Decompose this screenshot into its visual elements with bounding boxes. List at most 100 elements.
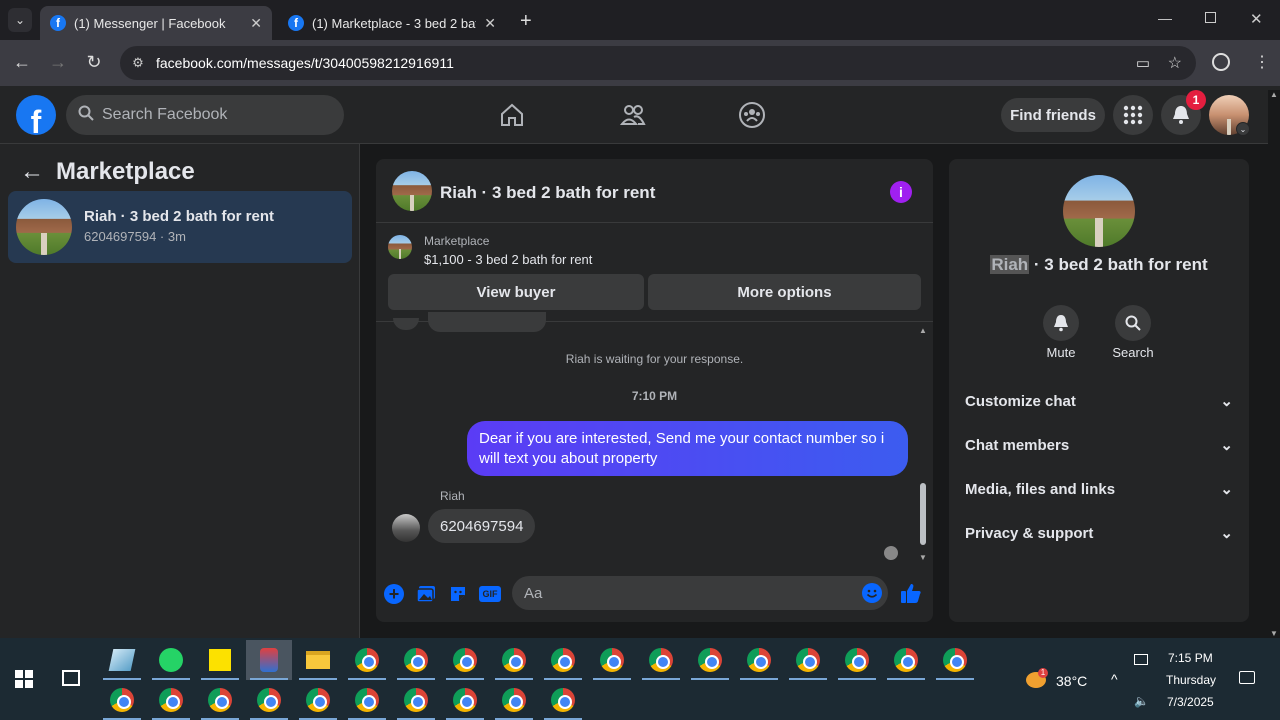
minimize-button[interactable]: — [1158,10,1172,26]
clock-time[interactable]: 7:15 PM [1168,651,1213,665]
chrome-app-icon[interactable] [491,680,537,720]
clock-date[interactable]: 7/3/2025 [1167,695,1214,709]
tab-messenger[interactable]: f (1) Messenger | Facebook ✕ [40,6,272,40]
network-icon[interactable] [1134,654,1148,665]
install-app-icon[interactable]: ▭ [1136,54,1150,72]
groups-icon[interactable] [738,101,766,134]
chrome-app-icon[interactable] [148,680,194,720]
more-options-button[interactable]: More options [648,274,921,310]
chrome-app-icon[interactable] [344,680,390,720]
chrome-app-icon[interactable] [442,680,488,720]
scroll-down-arrow-icon[interactable]: ▼ [1268,629,1280,638]
reload-button[interactable]: ↻ [83,52,105,73]
details-avatar[interactable] [1063,175,1135,247]
view-buyer-button[interactable]: View buyer [388,274,644,310]
file-explorer-app-icon[interactable] [295,640,341,680]
info-icon[interactable]: i [890,181,912,203]
chrome-app-icon[interactable] [393,680,439,720]
gif-icon[interactable]: GIF [479,586,501,602]
close-window-button[interactable]: ✕ [1250,10,1263,28]
chrome-app-icon[interactable] [491,640,537,680]
temperature-text[interactable]: 38°C [1056,673,1087,689]
message-list[interactable]: Riah is waiting for your response. 7:10 … [376,312,933,566]
chat-members-section[interactable]: Chat members ⌄ [965,431,1233,459]
privacy-support-section[interactable]: Privacy & support ⌄ [965,519,1233,547]
start-button[interactable] [15,670,33,693]
restore-button[interactable] [1205,12,1216,23]
chrome-app-icon[interactable] [540,640,586,680]
friends-icon[interactable] [619,101,647,134]
chat-avatar[interactable] [392,171,432,211]
scroll-down-arrow-icon[interactable]: ▼ [917,553,929,562]
close-icon[interactable]: ✕ [250,15,262,32]
scroll-up-arrow-icon[interactable]: ▲ [917,326,929,335]
snipping-tool-app-icon[interactable] [246,640,292,680]
chrome-app-icon[interactable] [589,640,635,680]
media-files-links-section[interactable]: Media, files and links ⌄ [965,475,1233,503]
thumbs-up-icon[interactable] [900,582,922,604]
chrome-app-icon[interactable] [393,640,439,680]
chrome-app-icon[interactable] [932,640,978,680]
new-tab-button[interactable]: + [520,10,532,33]
chrome-app-icon[interactable] [99,680,145,720]
close-icon[interactable]: ✕ [484,15,496,32]
whatsapp-app-icon[interactable] [148,640,194,680]
task-view-icon[interactable] [62,670,80,686]
back-arrow-icon[interactable]: ← [20,158,44,186]
forward-button[interactable]: → [47,52,69,73]
search-icon [78,105,94,126]
tab-search-button[interactable]: ⌄ [8,8,32,32]
tray-chevron-up-icon[interactable]: ^ [1111,671,1118,687]
message-input[interactable]: Aa [512,576,888,610]
menu-grid-icon[interactable] [1113,95,1153,135]
conversation-item[interactable]: Riah · 3 bed 2 bath for rent 6204697594 … [8,191,352,263]
chrome-app-icon[interactable] [785,640,831,680]
mute-action[interactable]: Mute [1031,305,1091,360]
incoming-message-bubble[interactable]: 6204697594 [428,509,536,543]
profile-icon[interactable] [1212,53,1230,71]
outgoing-message-bubble[interactable]: Dear if you are interested, Send me your… [467,421,908,476]
site-info-icon[interactable]: ⚙ [120,55,156,71]
clock-day[interactable]: Thursday [1166,673,1216,687]
volume-icon[interactable]: 🔈 [1134,694,1149,708]
chrome-app-icon[interactable] [442,640,488,680]
chrome-app-icon[interactable] [687,640,733,680]
action-center-icon[interactable] [1239,671,1255,684]
chrome-app-icon[interactable] [736,640,782,680]
emoji-icon[interactable] [862,583,882,603]
chrome-app-icon[interactable] [344,640,390,680]
plus-circle-icon[interactable]: + [384,584,404,604]
tab-marketplace[interactable]: f (1) Marketplace - 3 bed 2 bath f ✕ [278,6,506,40]
chrome-app-icon[interactable] [883,640,929,680]
search-action[interactable]: Search [1103,305,1163,360]
notepad-app-icon[interactable] [99,640,145,680]
page-scrollbar[interactable]: ▲ ▼ [1268,90,1280,638]
customize-chat-section[interactable]: Customize chat ⌄ [965,387,1233,415]
chrome-app-icon[interactable] [246,680,292,720]
details-title-rest: · 3 bed 2 bath for rent [1029,255,1208,274]
facebook-logo-icon[interactable]: f [16,95,56,135]
scrollbar-thumb[interactable] [920,483,926,545]
home-icon[interactable] [498,101,526,134]
chrome-app-icon[interactable] [834,640,880,680]
chrome-app-icon[interactable] [295,680,341,720]
chrome-app-icon[interactable] [197,680,243,720]
photo-icon[interactable] [416,584,436,604]
listing-title[interactable]: $1,100 - 3 bed 2 bath for rent [424,252,592,267]
scroll-up-arrow-icon[interactable]: ▲ [1268,90,1280,99]
sticker-icon[interactable] [448,584,468,604]
chat-title[interactable]: Riah · 3 bed 2 bath for rent [440,183,655,203]
scrollbar-track[interactable]: ▲ ▼ [917,326,929,562]
address-bar[interactable]: ⚙ facebook.com/messages/t/30400598212916… [120,46,1196,80]
back-button[interactable]: ← [11,52,33,73]
facebook-search-input[interactable]: Search Facebook [66,95,344,135]
account-chevron-icon[interactable]: ⌄ [1236,122,1250,136]
find-friends-button[interactable]: Find friends [1001,98,1105,132]
menu-icon[interactable]: ⋮ [1254,52,1270,72]
listing-thumbnail[interactable] [388,235,412,259]
sticky-notes-app-icon[interactable] [197,640,243,680]
chrome-app-icon[interactable] [638,640,684,680]
bookmark-star-icon[interactable]: ☆ [1168,53,1182,73]
sender-avatar[interactable] [392,514,420,542]
chrome-app-icon[interactable] [540,680,586,720]
